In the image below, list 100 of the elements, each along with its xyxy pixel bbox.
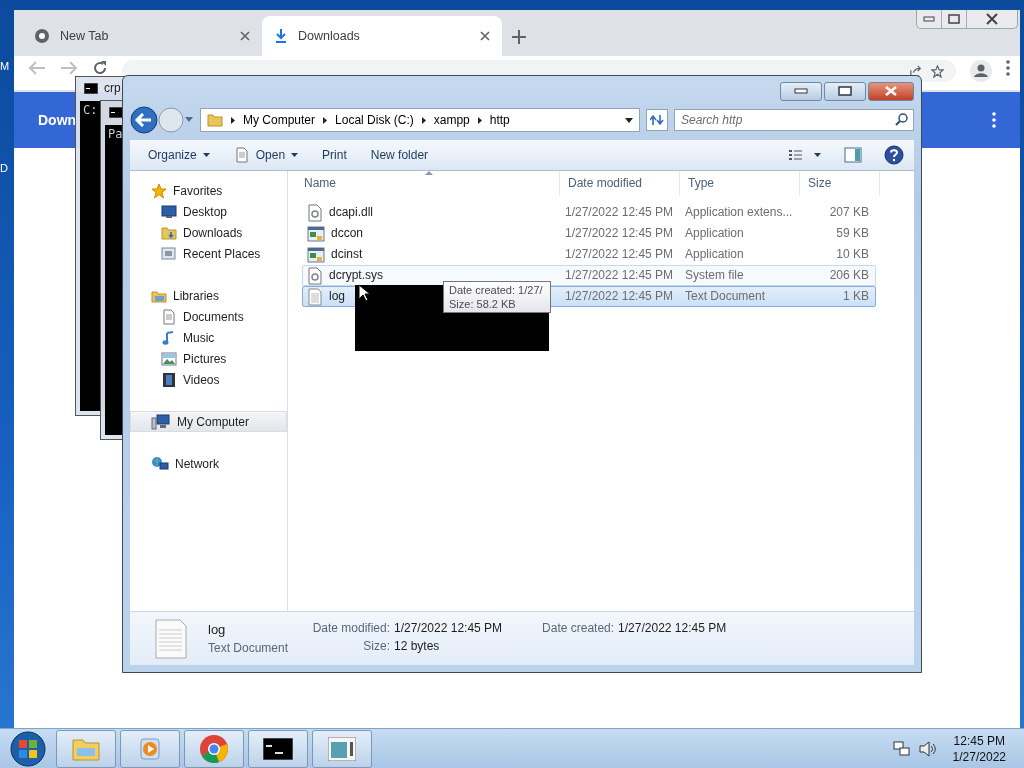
table-cell-text: 1/27/2022 12:45 PM (564, 226, 675, 241)
folder-icon (207, 112, 223, 128)
close-icon (986, 13, 998, 25)
search-field[interactable]: Search http (674, 109, 914, 131)
chrome-logo-icon (34, 28, 50, 44)
nav-item[interactable]: My Computer (130, 411, 287, 432)
gear-document-icon (307, 266, 323, 285)
file-row[interactable]: dcinst 1/27/2022 12:45 PM Application 10 KB (302, 244, 876, 265)
nav-item[interactable]: Downloads (130, 222, 287, 243)
terminal-icon (263, 737, 293, 760)
application-icon (307, 225, 325, 242)
reload-icon[interactable] (92, 60, 108, 76)
window-icon (328, 736, 356, 761)
field-value: 12 bytes (394, 638, 440, 655)
table-cell-text: Application (684, 226, 745, 241)
breadcrumb-item[interactable]: My Computer (243, 113, 316, 127)
globe-icon (151, 455, 169, 472)
network-icon[interactable] (892, 740, 911, 757)
volume-icon[interactable] (918, 740, 937, 757)
field-value: 1/27/2022 12:45 PM (394, 620, 503, 637)
nav-item[interactable]: Recent Places (130, 243, 287, 264)
minimize-button[interactable] (780, 81, 822, 101)
film-icon (161, 371, 177, 388)
column-header[interactable]: Date modified (568, 176, 643, 190)
file-name: log (329, 289, 345, 304)
file-row[interactable]: dcrypt.sys 1/27/2022 12:45 PM System file 206 KB (302, 265, 876, 286)
folder-icon (161, 224, 177, 241)
computer-icon (151, 413, 171, 430)
nav-item[interactable]: Music (130, 327, 287, 348)
profile-avatar-icon[interactable] (970, 60, 992, 82)
nav-item[interactable]: Network (130, 453, 287, 474)
field-label: Date modified: (311, 620, 390, 637)
text-file-icon (307, 287, 323, 306)
file-name: dccon (331, 226, 364, 241)
file-name: log (208, 622, 227, 637)
star-icon[interactable] (931, 64, 944, 78)
taskbar-button[interactable] (248, 729, 308, 768)
clock[interactable]: 12:45 PM 1/27/2022 (952, 732, 1006, 765)
play-icon (137, 735, 163, 762)
field-label: Size: (362, 638, 390, 655)
caret-icon[interactable] (625, 117, 633, 123)
sort-arrow-icon (425, 171, 433, 175)
breadcrumb-item[interactable]: Local Disk (C:) (335, 113, 414, 127)
nav-item[interactable]: Pictures (130, 348, 287, 369)
gear-document-icon (307, 203, 323, 222)
search-icon[interactable] (895, 113, 908, 126)
refresh-button[interactable] (646, 109, 668, 131)
new-tab-icon[interactable] (512, 30, 526, 44)
file-name: dcinst (331, 247, 363, 262)
table-cell-text: 1/27/2022 12:45 PM (564, 268, 675, 283)
console-icon (84, 82, 98, 94)
table-cell-text: 1/27/2022 12:45 PM (564, 205, 675, 220)
desktop-icon-label: M (0, 60, 10, 72)
preview-pane-icon[interactable] (844, 147, 862, 163)
document-icon (161, 308, 177, 325)
nav-item[interactable]: Videos (130, 369, 287, 390)
table-cell-text: 1/27/2022 12:45 PM (564, 247, 675, 262)
download-icon (274, 28, 288, 44)
column-header[interactable]: Size (808, 176, 832, 190)
refresh-icon (650, 114, 664, 126)
console-text: C: (83, 103, 98, 117)
file-row[interactable]: dcapi.dll 1/27/2022 12:45 PM Application extens... 207 KB (302, 202, 876, 223)
close-icon[interactable] (480, 31, 490, 41)
chevron-icon (421, 116, 426, 124)
close-button[interactable] (868, 81, 914, 101)
address-bar[interactable]: My Computer Local Disk (C:) xampp http (200, 108, 640, 132)
browser-logo-icon (199, 733, 229, 764)
table-cell-text: 59 KB (835, 226, 870, 241)
browser-tab[interactable]: Downloads (262, 16, 502, 56)
close-icon[interactable] (240, 31, 250, 41)
file-name: dcrypt.sys (329, 268, 383, 283)
column-header[interactable]: Name (304, 176, 336, 190)
column-header[interactable]: Type (688, 176, 714, 190)
toolbar-button[interactable]: Organize (140, 145, 218, 165)
table-cell-text: 1/27/2022 12:45 PM (564, 289, 675, 304)
menu-icon[interactable] (1006, 60, 1010, 76)
maximize-button[interactable] (824, 81, 866, 101)
view-options-icon[interactable] (788, 149, 822, 161)
nav-item[interactable]: Documents (130, 306, 287, 327)
maximize-icon (838, 86, 852, 96)
nav-item[interactable]: Favorites (130, 180, 287, 201)
monitor-icon (161, 203, 177, 220)
console-text: Pa (108, 127, 123, 141)
browser-tab[interactable]: New Tab (22, 16, 262, 56)
breadcrumb-item[interactable]: xampp (433, 113, 470, 127)
toolbar-button[interactable]: Print (314, 145, 355, 165)
toolbar-button[interactable]: New folder (362, 145, 437, 165)
notepad-icon (233, 147, 250, 163)
console-icon (109, 106, 123, 118)
help-icon[interactable] (884, 145, 904, 165)
nav-item[interactable]: Desktop (130, 201, 287, 222)
file-row[interactable]: dccon 1/27/2022 12:45 PM Application 59 KB (302, 223, 876, 244)
caret-icon (291, 153, 299, 157)
toolbar-button[interactable]: Open (225, 144, 307, 166)
menu-icon[interactable] (992, 112, 996, 128)
breadcrumb-item[interactable]: http (489, 113, 510, 127)
text-file-icon (154, 617, 188, 660)
clock-date: 1/27/2022 (952, 748, 1006, 765)
nav-item[interactable]: Libraries (130, 285, 287, 306)
star-icon (151, 182, 167, 199)
